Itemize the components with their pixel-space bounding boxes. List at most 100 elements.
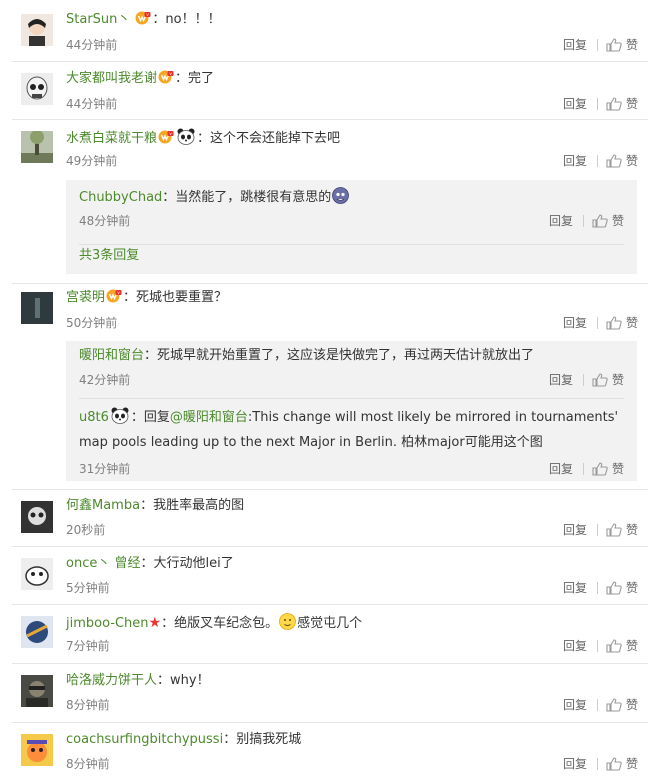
comment-item: StarSun丶 ：no！！！ 44分钟前 回复 赞 [0,0,660,62]
divider [79,398,624,399]
avatar[interactable] [21,558,53,590]
username[interactable]: u8t6 [79,410,109,425]
username[interactable]: 哈洛威力饼干人 [66,673,157,688]
more-replies-link[interactable]: 共3条回复 [79,247,139,265]
avatar[interactable] [21,734,53,766]
thumbs-up-icon[interactable] [606,639,622,653]
thumbs-up-icon[interactable] [606,698,622,712]
timestamp: 8分钟前 [66,757,110,771]
reply-button[interactable]: 回复 [563,697,587,713]
comment-item: 大家都叫我老谢 ：完了 44分钟前 回复 赞 [0,62,660,120]
timestamp: 20秒前 [66,523,106,537]
reply-button[interactable]: 回复 [563,638,587,654]
comment-item: 宫裘明 ：死城也要重置？ 50分钟前 回复 赞 暖阳和窗台：死城早就开始重置了，这… [0,284,660,490]
username[interactable]: 宫裘明 [66,290,105,305]
username[interactable]: 暖阳和窗台 [79,348,144,363]
avatar[interactable] [21,73,53,105]
thumbs-up-icon[interactable] [606,97,622,111]
reply-item: 暖阳和窗台：死城早就开始重置了，这应该是快做完了，再过两天估计就放出了 42分钟… [79,347,624,399]
like-button[interactable]: 赞 [612,213,624,229]
thumbs-up-icon[interactable] [592,462,608,476]
thumbs-up-icon[interactable] [606,581,622,595]
comment-text: ：别搞我死城 [223,732,302,747]
reply-box: ChubbyChad：当然能了，跳楼很有意思的 48分钟前 回复 赞 共3条回复 [66,180,637,274]
thumbs-up-icon[interactable] [592,214,608,228]
reply-button[interactable]: 回复 [563,756,587,772]
reply-button[interactable]: 回复 [563,96,587,112]
like-button[interactable]: 赞 [626,580,638,596]
like-button[interactable]: 赞 [626,522,638,538]
reply-item: u8t6 ：回复@暖阳和窗台:This change will most like… [79,403,624,479]
reply-button[interactable]: 回复 [563,153,587,169]
reply-button[interactable]: 回复 [563,37,587,53]
thumbs-up-icon[interactable] [606,523,622,537]
comment-item: 水煮白菜就干粮 ：这个不会还能掉下去吧 49分钟前 回复 赞 ChubbyChad… [0,120,660,284]
like-button[interactable]: 赞 [626,697,638,713]
comment-item: coachsurfingbitchypussi：别搞我死城 8分钟前 回复 赞 [0,723,660,782]
comment-text: ：这个不会还能掉下去吧 [197,131,341,146]
divider [79,244,624,245]
like-button[interactable]: 赞 [626,153,638,169]
avatar[interactable] [21,616,53,648]
username[interactable]: ChubbyChad [79,190,162,205]
username[interactable]: StarSun丶 [66,12,130,27]
username[interactable]: coachsurfingbitchypussi [66,732,223,747]
username[interactable]: 大家都叫我老谢 [66,71,157,86]
vip-badge-icon [158,70,174,84]
avatar[interactable] [21,131,53,163]
avatar[interactable] [21,501,53,533]
like-button[interactable]: 赞 [626,37,638,53]
like-button[interactable]: 赞 [626,96,638,112]
comment-item: 何鑫Mamba：我胜率最高的图 20秒前 回复 赞 [0,490,660,548]
timestamp: 42分钟前 [79,373,131,387]
timestamp: 49分钟前 [66,154,118,168]
red-star-icon: ★ [148,615,162,631]
timestamp: 44分钟前 [66,38,118,52]
emoji-face-icon [279,613,296,630]
comment-text: ：no！！！ [152,12,221,27]
username[interactable]: 水煮白菜就干粮 [66,131,157,146]
username[interactable]: once丶 曾经 [66,556,140,571]
reply-button[interactable]: 回复 [549,213,573,229]
username[interactable]: 何鑫Mamba [66,498,140,513]
like-button[interactable]: 赞 [626,315,638,331]
avatar[interactable] [21,292,53,324]
comment-text: ：绝版叉车纪念包。 [161,616,279,631]
reply-button[interactable]: 回复 [549,372,573,388]
thumbs-up-icon[interactable] [606,316,622,330]
reply-button[interactable]: 回复 [563,580,587,596]
timestamp: 50分钟前 [66,316,118,330]
vip-badge-icon [106,289,122,303]
avatar[interactable] [21,675,53,707]
like-button[interactable]: 赞 [626,756,638,772]
comment-text: ：完了 [175,71,215,86]
timestamp: 7分钟前 [66,639,110,653]
thumbs-up-icon[interactable] [606,757,622,771]
reply-box: 暖阳和窗台：死城早就开始重置了，这应该是快做完了，再过两天估计就放出了 42分钟… [66,341,637,481]
like-button[interactable]: 赞 [626,638,638,654]
timestamp: 5分钟前 [66,581,110,595]
reply-item: ChubbyChad：当然能了，跳楼很有意思的 48分钟前 回复 赞 [79,187,624,245]
reply-button[interactable]: 回复 [563,315,587,331]
like-button[interactable]: 赞 [612,461,624,477]
username[interactable]: jimboo-Chen [66,616,149,631]
vip-badge-icon [158,130,174,144]
comment-item: once丶 曾经：大行动他lei了 5分钟前 回复 赞 [0,547,660,605]
timestamp: 31分钟前 [79,462,131,476]
like-button[interactable]: 赞 [612,372,624,388]
emoji-face-icon [332,187,349,204]
comment-item: jimboo-Chen★：绝版叉车纪念包。 感觉屯几个 7分钟前 回复 赞 [0,605,660,664]
reply-button[interactable]: 回复 [549,461,573,477]
thumbs-up-icon[interactable] [592,373,608,387]
reply-text: ：当然能了，跳楼很有意思的 [162,190,332,205]
timestamp: 8分钟前 [66,698,110,712]
avatar[interactable] [21,14,53,46]
comment-text: ：why！ [157,673,210,688]
reply-button[interactable]: 回复 [563,522,587,538]
panda-icon [177,128,195,145]
thumbs-up-icon[interactable] [606,154,622,168]
thumbs-up-icon[interactable] [606,38,622,52]
mention-link[interactable]: @暖阳和窗台 [170,410,248,425]
timestamp: 48分钟前 [79,214,131,228]
comment-text: ：我胜率最高的图 [140,498,245,513]
